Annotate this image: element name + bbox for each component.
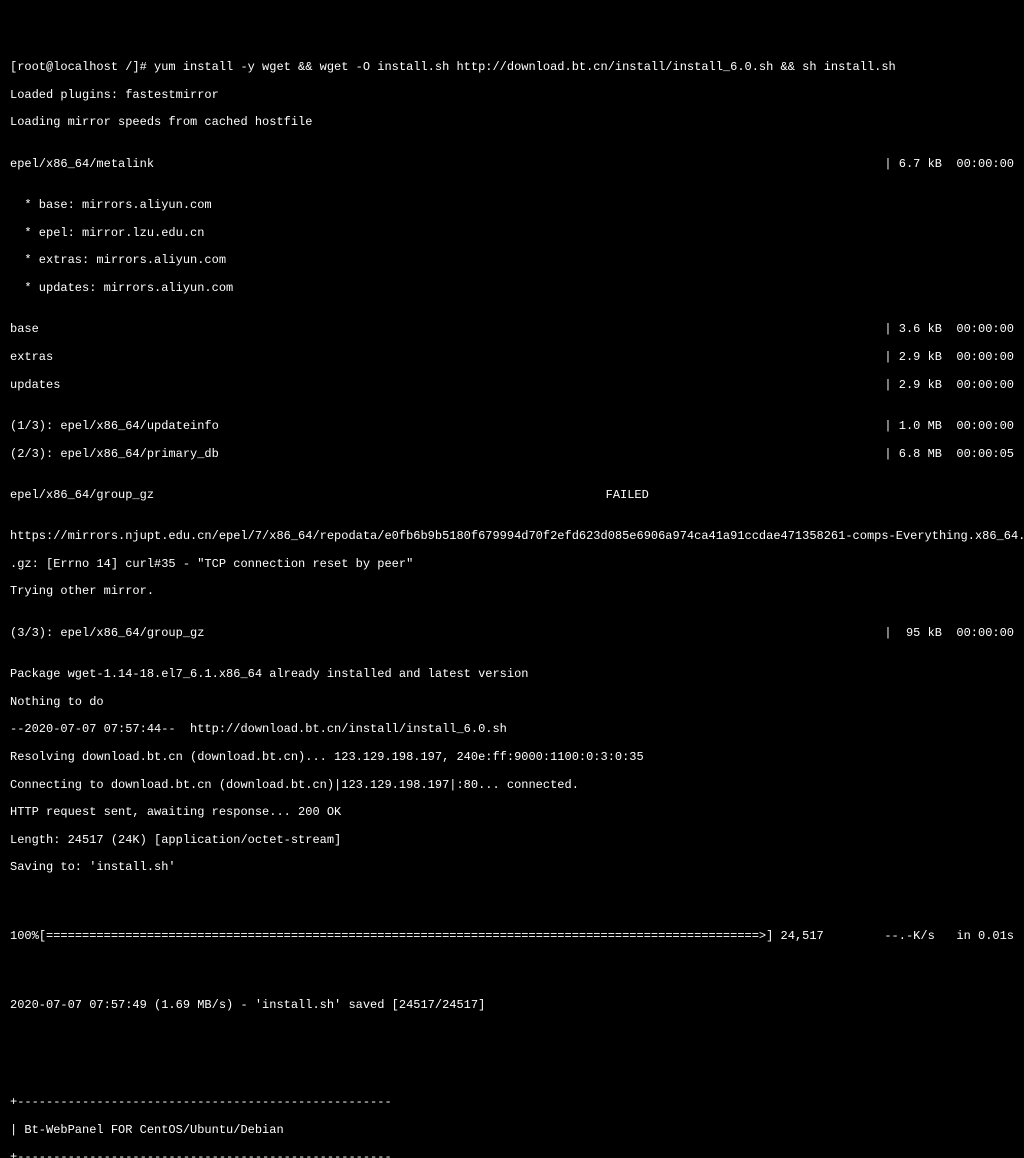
- metalink-size: | 6.7 kB 00:00:00: [884, 158, 1014, 172]
- repo-updates-row: updates | 2.9 kB 00:00:00: [10, 379, 1014, 393]
- repo-extras-row: extras | 2.9 kB 00:00:00: [10, 351, 1014, 365]
- repo-extras-size: | 2.9 kB 00:00:00: [884, 351, 1014, 365]
- dl3-row: (3/3): epel/x86_64/group_gz | 95 kB 00:0…: [10, 627, 1014, 641]
- wget-start: --2020-07-07 07:57:44-- http://download.…: [10, 723, 1014, 737]
- blank4: [10, 1055, 1014, 1069]
- dl1-row: (1/3): epel/x86_64/updateinfo | 1.0 MB 0…: [10, 420, 1014, 434]
- failed-row: epel/x86_64/group_gz FAILED: [10, 489, 1014, 503]
- progress-bar: [=======================================…: [39, 930, 774, 944]
- plugins-line: Loaded plugins: fastestmirror: [10, 89, 1014, 103]
- progress-speed: --.-K/s in 0.01s: [884, 930, 1014, 944]
- blank1: [10, 889, 1014, 903]
- repo-base-label: base: [10, 323, 39, 337]
- repo-extras-label: extras: [10, 351, 53, 365]
- mirror-base: * base: mirrors.aliyun.com: [10, 199, 1014, 213]
- http-response: HTTP request sent, awaiting response... …: [10, 806, 1014, 820]
- failed-status: FAILED: [606, 489, 649, 503]
- mirror-updates: * updates: mirrors.aliyun.com: [10, 282, 1014, 296]
- error-url: https://mirrors.njupt.edu.cn/epel/7/x86_…: [10, 530, 1014, 544]
- dl3-label: (3/3): epel/x86_64/group_gz: [10, 627, 204, 641]
- dl1-size: | 1.0 MB 00:00:00: [884, 420, 1014, 434]
- metalink-row: epel/x86_64/metalink | 6.7 kB 00:00:00: [10, 158, 1014, 172]
- box-line1: | Bt-WebPanel FOR CentOS/Ubuntu/Debian: [10, 1124, 1014, 1138]
- length: Length: 24517 (24K) [application/octet-s…: [10, 834, 1014, 848]
- mirror-epel: * epel: mirror.lzu.edu.cn: [10, 227, 1014, 241]
- dl2-label: (2/3): epel/x86_64/primary_db: [10, 448, 219, 462]
- nothing-to-do: Nothing to do: [10, 696, 1014, 710]
- box-border1: +---------------------------------------…: [10, 1096, 1014, 1110]
- trying-mirror: Trying other mirror.: [10, 585, 1014, 599]
- repo-updates-label: updates: [10, 379, 60, 393]
- progress-pct: 100%: [10, 930, 39, 944]
- blank3: [10, 1027, 1014, 1041]
- connecting: Connecting to download.bt.cn (download.b…: [10, 779, 1014, 793]
- dl2-size: | 6.8 MB 00:00:05: [884, 448, 1014, 462]
- metalink-label: epel/x86_64/metalink: [10, 158, 154, 172]
- mirror-extras: * extras: mirrors.aliyun.com: [10, 254, 1014, 268]
- dl2-row: (2/3): epel/x86_64/primary_db | 6.8 MB 0…: [10, 448, 1014, 462]
- box-border2: +---------------------------------------…: [10, 1151, 1014, 1158]
- command-line: [root@localhost /]# yum install -y wget …: [10, 61, 1014, 75]
- resolving: Resolving download.bt.cn (download.bt.cn…: [10, 751, 1014, 765]
- progress-row: 100% [==================================…: [10, 930, 1014, 944]
- dl3-size: | 95 kB 00:00:00: [884, 627, 1014, 641]
- blank2: [10, 972, 1014, 986]
- pkg-installed: Package wget-1.14-18.el7_6.1.x86_64 alre…: [10, 668, 1014, 682]
- saving-to: Saving to: 'install.sh': [10, 861, 1014, 875]
- error-msg: .gz: [Errno 14] curl#35 - "TCP connectio…: [10, 558, 1014, 572]
- dl1-label: (1/3): epel/x86_64/updateinfo: [10, 420, 219, 434]
- progress-bytes: 24,517: [773, 930, 823, 944]
- saved-line: 2020-07-07 07:57:49 (1.69 MB/s) - 'insta…: [10, 999, 1014, 1013]
- loading-line: Loading mirror speeds from cached hostfi…: [10, 116, 1014, 130]
- repo-base-size: | 3.6 kB 00:00:00: [884, 323, 1014, 337]
- repo-updates-size: | 2.9 kB 00:00:00: [884, 379, 1014, 393]
- failed-label: epel/x86_64/group_gz: [10, 489, 154, 503]
- repo-base-row: base | 3.6 kB 00:00:00: [10, 323, 1014, 337]
